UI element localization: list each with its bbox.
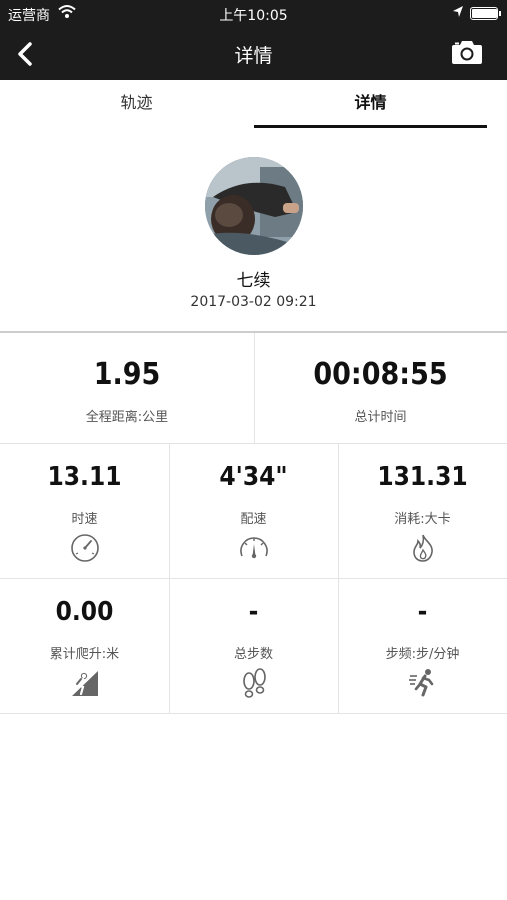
- distance-label: 全程距离:公里: [85, 410, 169, 425]
- runner-icon: [407, 667, 439, 699]
- footprints-icon: [238, 667, 270, 699]
- calories-value: 131.31: [377, 462, 468, 492]
- climb-cell: 0.00 累计爬升:米: [0, 579, 169, 713]
- page-title: 详情: [234, 45, 273, 67]
- pace-value: 4'34": [219, 462, 288, 492]
- divider: [254, 333, 255, 443]
- pace-cell: 4'34" 配速: [169, 444, 338, 578]
- cadence-cell: - 步频:步/分钟: [338, 579, 507, 713]
- steps-label: 总步数: [233, 647, 273, 662]
- flame-icon: [407, 532, 439, 564]
- activity-datetime: 2017-03-02 09:21: [190, 294, 317, 310]
- calories-cell: 131.31 消耗:大卡: [338, 444, 507, 578]
- cadence-label: 步频:步/分钟: [385, 647, 460, 662]
- user-name: 七续: [236, 271, 271, 291]
- pace-gauge-icon: [238, 532, 270, 564]
- tab-bar: 轨迹 详情: [0, 80, 507, 130]
- speed-value: 13.11: [47, 462, 122, 492]
- tab-track-label: 轨迹: [120, 93, 153, 112]
- status-time: 上午10:05: [219, 8, 288, 24]
- pace-label: 配速: [240, 512, 267, 527]
- duration-label: 总计时间: [354, 410, 407, 425]
- battery-icon: [470, 7, 501, 20]
- camera-icon[interactable]: [451, 38, 483, 66]
- tab-track[interactable]: 轨迹: [20, 80, 253, 130]
- tab-details[interactable]: 详情: [254, 80, 487, 130]
- status-bar: 运营商 上午10:05: [0, 0, 507, 28]
- active-tab-indicator: [254, 125, 487, 128]
- steps-cell: - 总步数: [169, 579, 338, 713]
- cadence-value: -: [417, 597, 428, 627]
- speed-label: 时速: [71, 512, 98, 527]
- tab-details-label: 详情: [354, 93, 387, 112]
- steps-value: -: [248, 597, 259, 627]
- speedometer-icon: [69, 532, 101, 564]
- location-arrow-icon: [452, 5, 464, 23]
- duration-value: 00:08:55: [313, 357, 448, 392]
- duration-cell: 00:08:55 总计时间: [254, 333, 507, 443]
- climb-icon: [69, 667, 101, 699]
- speed-cell: 13.11 时速: [0, 444, 169, 578]
- profile-section: 七续 2017-03-02 09:21: [0, 130, 507, 332]
- climb-label: 累计爬升:米: [49, 647, 120, 662]
- distance-value: 1.95: [93, 357, 161, 392]
- climb-value: 0.00: [55, 597, 114, 627]
- calories-label: 消耗:大卡: [394, 512, 451, 527]
- distance-cell: 1.95 全程距离:公里: [0, 333, 254, 443]
- nav-bar: 详情: [0, 28, 507, 80]
- avatar[interactable]: [205, 157, 303, 255]
- divider: [0, 713, 507, 714]
